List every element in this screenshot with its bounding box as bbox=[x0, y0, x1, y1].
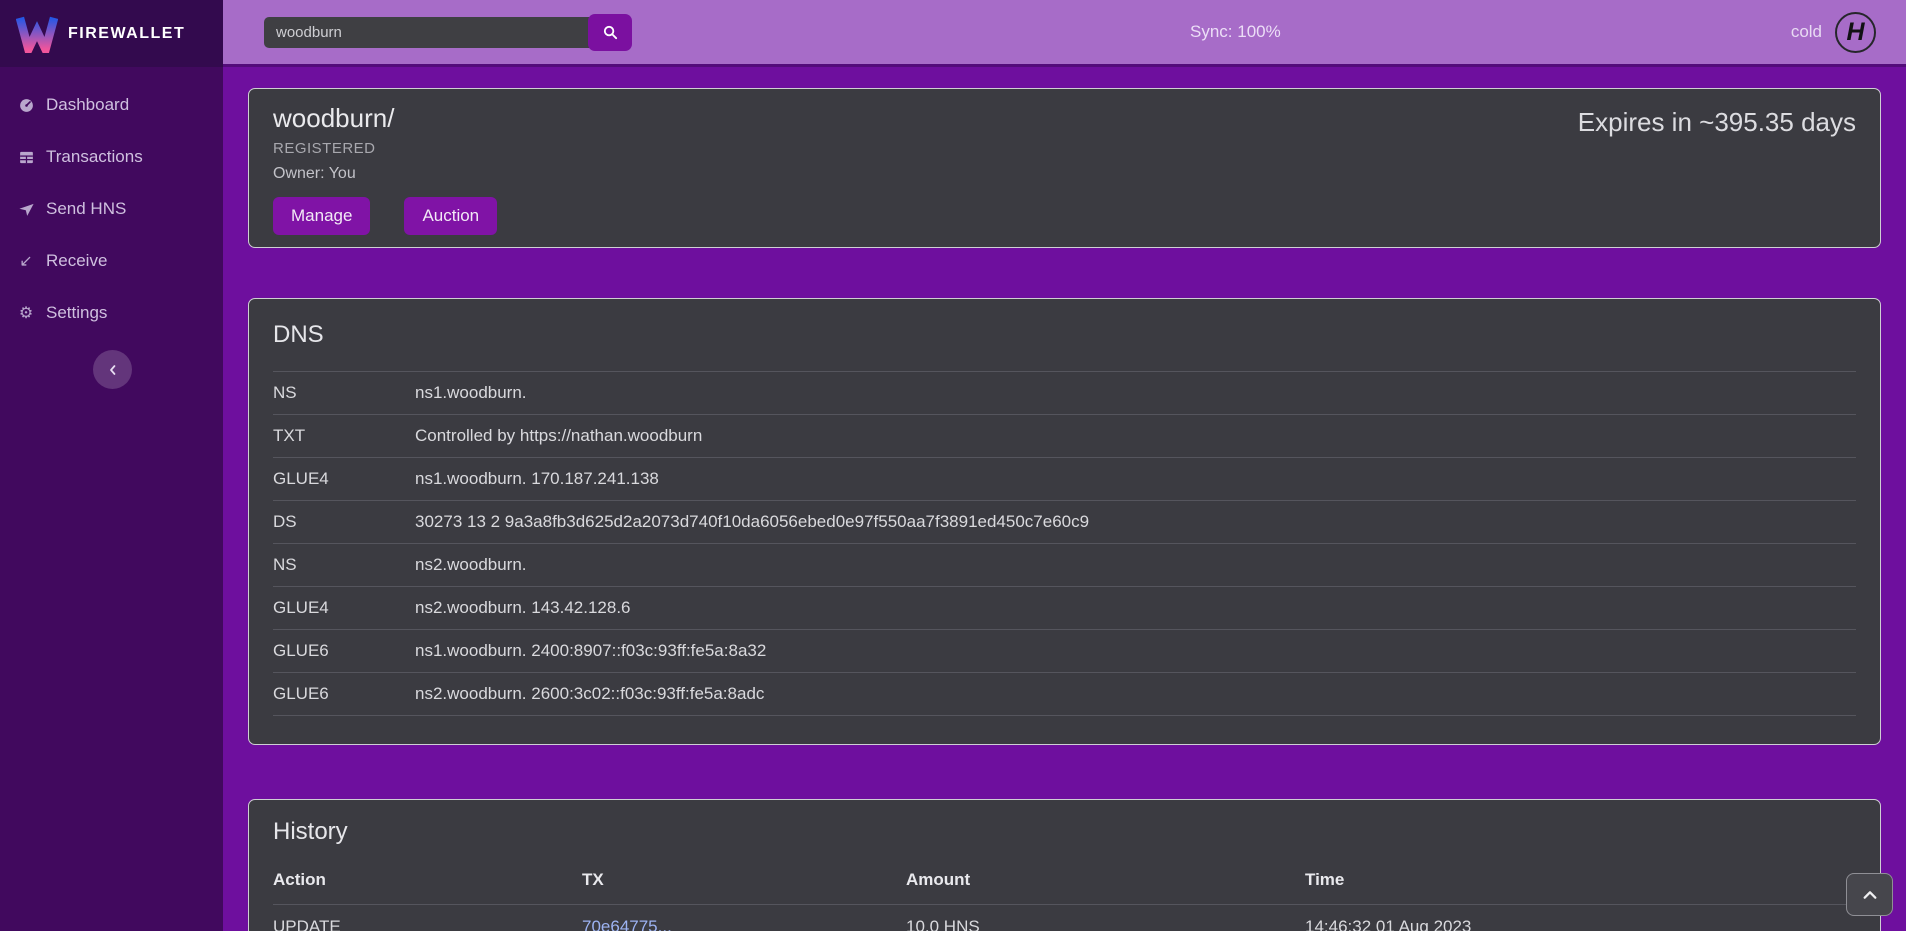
dns-record-row: GLUE6 ns1.woodburn. 2400:8907::f03c:93ff… bbox=[273, 630, 1856, 673]
domain-actions: Manage Auction bbox=[273, 197, 1856, 235]
dns-record-value: ns2.woodburn. 2600:3c02::f03c:93ff:fe5a:… bbox=[415, 673, 1856, 716]
sidebar-item-dashboard[interactable]: Dashboard bbox=[0, 79, 223, 131]
dns-title: DNS bbox=[273, 321, 1856, 349]
dns-record-row: NS ns2.woodburn. bbox=[273, 544, 1856, 587]
dns-record-value: 30273 13 2 9a3a8fb3d625d2a2073d740f10da6… bbox=[415, 501, 1856, 544]
auction-button[interactable]: Auction bbox=[404, 197, 497, 235]
chevron-up-icon bbox=[1862, 889, 1878, 901]
dns-record-type: DS bbox=[273, 501, 415, 544]
dns-record-row: GLUE4 ns1.woodburn. 170.187.241.138 bbox=[273, 458, 1856, 501]
history-time: 14:46:32 01 Aug 2023 bbox=[1305, 905, 1856, 931]
dns-record-type: GLUE6 bbox=[273, 630, 415, 673]
history-header-row: Action TX Amount Time bbox=[273, 864, 1856, 905]
dns-record-type: NS bbox=[273, 544, 415, 587]
transactions-table-icon bbox=[17, 149, 35, 166]
search-input[interactable] bbox=[264, 17, 594, 48]
sidebar-item-label: Receive bbox=[46, 251, 107, 271]
history-card: History Action TX Amount Time bbox=[248, 799, 1881, 931]
dns-record-type: GLUE4 bbox=[273, 587, 415, 630]
dns-record-type: GLUE6 bbox=[273, 673, 415, 716]
history-col-amount: Amount bbox=[906, 864, 1305, 905]
sidebar-item-settings[interactable]: ⚙ Settings bbox=[0, 287, 223, 339]
chevron-left-icon bbox=[107, 364, 119, 376]
expires-label: Expires in ~395.35 days bbox=[1578, 107, 1856, 138]
dns-record-row: NS ns1.woodburn. bbox=[273, 372, 1856, 415]
domain-card: woodburn/ REGISTERED Owner: You Manage A… bbox=[248, 88, 1881, 248]
dns-record-value: ns2.woodburn. 143.42.128.6 bbox=[415, 587, 1856, 630]
dns-record-value: ns1.woodburn. 2400:8907::f03c:93ff:fe5a:… bbox=[415, 630, 1856, 673]
domain-status: REGISTERED bbox=[273, 140, 1856, 157]
sidebar-nav: Dashboard Transactions bbox=[0, 67, 223, 339]
manage-button[interactable]: Manage bbox=[273, 197, 370, 235]
brand-name: FIREWALLET bbox=[68, 25, 185, 43]
dns-card: DNS NS ns1.woodburn. TXT Controlle bbox=[248, 298, 1881, 745]
dns-record-type: GLUE4 bbox=[273, 458, 415, 501]
handshake-h-icon[interactable]: H bbox=[1835, 12, 1876, 53]
brand-header: FIREWALLET bbox=[0, 0, 223, 67]
dns-record-row: DS 30273 13 2 9a3a8fb3d625d2a2073d740f10… bbox=[273, 501, 1856, 544]
domain-owner: Owner: You bbox=[273, 165, 1856, 183]
page-content: woodburn/ REGISTERED Owner: You Manage A… bbox=[223, 67, 1906, 931]
sidebar-item-receive[interactable]: ↙ Receive bbox=[0, 235, 223, 287]
wallet-name: cold bbox=[1791, 22, 1822, 42]
search-button[interactable] bbox=[588, 14, 632, 51]
wallet-group: cold H bbox=[1791, 12, 1876, 53]
sidebar-item-label: Transactions bbox=[46, 147, 143, 167]
gear-icon: ⚙ bbox=[17, 303, 35, 323]
history-col-action: Action bbox=[273, 864, 582, 905]
sidebar-item-label: Settings bbox=[46, 303, 107, 323]
topbar: Sync: 100% cold H bbox=[223, 0, 1906, 67]
firewallet-logo-icon bbox=[16, 15, 58, 53]
sync-status: Sync: 100% bbox=[1190, 22, 1281, 42]
dns-record-row: TXT Controlled by https://nathan.woodbur… bbox=[273, 415, 1856, 458]
search-icon bbox=[602, 24, 619, 41]
history-table: Action TX Amount Time UPDATE 70e64775... bbox=[273, 864, 1856, 931]
dns-record-value: ns2.woodburn. bbox=[415, 544, 1856, 587]
dns-table: NS ns1.woodburn. TXT Controlled by https… bbox=[273, 371, 1856, 716]
history-col-tx: TX bbox=[582, 864, 906, 905]
sidebar-collapse-button[interactable] bbox=[93, 350, 132, 389]
dns-record-row: GLUE4 ns2.woodburn. 143.42.128.6 bbox=[273, 587, 1856, 630]
sidebar-item-label: Dashboard bbox=[46, 95, 129, 115]
history-action: UPDATE bbox=[273, 905, 582, 931]
main-area: Sync: 100% cold H woodburn/ REGISTERED O… bbox=[223, 0, 1906, 931]
app-window: FIREWALLET Dashboard bbox=[0, 0, 1906, 931]
tx-link[interactable]: 70e64775... bbox=[582, 917, 672, 931]
sidebar-item-send-hns[interactable]: Send HNS bbox=[0, 183, 223, 235]
send-plane-icon bbox=[17, 201, 35, 218]
dns-record-value: ns1.woodburn. 170.187.241.138 bbox=[415, 458, 1856, 501]
dns-record-value: ns1.woodburn. bbox=[415, 372, 1856, 415]
sidebar: FIREWALLET Dashboard bbox=[0, 0, 223, 931]
history-col-time: Time bbox=[1305, 864, 1856, 905]
dns-record-type: NS bbox=[273, 372, 415, 415]
search-group bbox=[264, 14, 632, 51]
dns-record-row: GLUE6 ns2.woodburn. 2600:3c02::f03c:93ff… bbox=[273, 673, 1856, 716]
history-row: UPDATE 70e64775... 10.0 HNS 14:46:32 01 … bbox=[273, 905, 1856, 931]
receive-arrow-icon: ↙ bbox=[17, 251, 35, 271]
dashboard-gauge-icon bbox=[17, 97, 35, 114]
dns-record-value: Controlled by https://nathan.woodburn bbox=[415, 415, 1856, 458]
history-amount: 10.0 HNS bbox=[906, 905, 1305, 931]
scroll-to-top-button[interactable] bbox=[1846, 873, 1893, 916]
sidebar-item-label: Send HNS bbox=[46, 199, 126, 219]
history-title: History bbox=[273, 818, 1856, 846]
dns-record-type: TXT bbox=[273, 415, 415, 458]
sidebar-item-transactions[interactable]: Transactions bbox=[0, 131, 223, 183]
